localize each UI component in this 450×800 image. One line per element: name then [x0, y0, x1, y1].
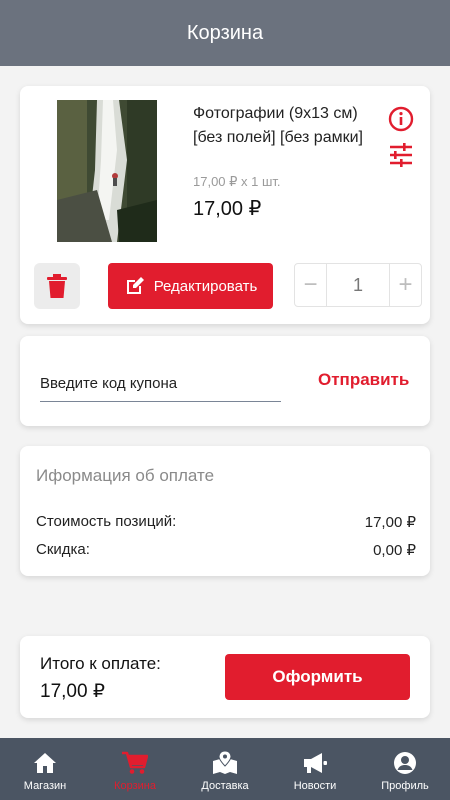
payment-row-value: 17,00 ₽: [364, 514, 416, 531]
nav-label: Профиль: [381, 780, 429, 792]
user-icon: [392, 750, 418, 776]
order-total-card: Итого к оплате: 17,00 ₽ Оформить: [20, 636, 430, 718]
edit-icon: [126, 277, 144, 294]
megaphone-icon: [302, 750, 328, 776]
checkout-button-label: Оформить: [272, 667, 363, 686]
coupon-card: Отправить: [20, 336, 430, 426]
nav-item-news[interactable]: Новости: [270, 738, 360, 800]
coupon-input[interactable]: [40, 366, 281, 402]
total-label: Итого к оплате:: [40, 654, 161, 673]
increase-quantity-button[interactable]: +: [389, 264, 421, 306]
payment-row-discount: Скидка: 0,00 ₽: [36, 541, 416, 559]
edit-button-label: Редактировать: [153, 277, 258, 295]
home-icon: [32, 750, 58, 776]
payment-info-card: Иформация об оплате Стоимость позиций: 1…: [20, 446, 430, 576]
total-value: 17,00 ₽: [40, 681, 105, 702]
edit-button[interactable]: Редактировать: [108, 263, 273, 309]
cart-icon: [122, 750, 148, 776]
product-title: Фотографии (9х13 см) [без полей] [без ра…: [193, 105, 363, 146]
trash-icon: [47, 274, 67, 298]
payment-info-title: Иформация об оплате: [36, 466, 215, 485]
coupon-submit-button[interactable]: Отправить: [318, 370, 409, 390]
cart-item-card: Фотографии (9х13 см) [без полей] [без ра…: [20, 86, 430, 324]
checkout-button[interactable]: Оформить: [225, 654, 410, 700]
product-price: 17,00 ₽: [193, 198, 262, 220]
nav-item-profile[interactable]: Профиль: [360, 738, 450, 800]
map-icon: [212, 750, 238, 776]
product-thumbnail[interactable]: [57, 100, 157, 242]
nav-label: Доставка: [201, 780, 249, 792]
nav-item-cart[interactable]: Корзина: [90, 738, 180, 800]
nav-item-shop[interactable]: Магазин: [0, 738, 90, 800]
quantity-value[interactable]: 1: [327, 264, 389, 306]
payment-row-label: Скидка:: [36, 541, 90, 558]
info-icon[interactable]: [388, 106, 414, 132]
bottom-navigation: Магазин Корзина Доставка Новости Профиль: [0, 738, 450, 800]
payment-row-items-cost: Стоимость позиций: 17,00 ₽: [36, 513, 416, 531]
payment-row-label: Стоимость позиций:: [36, 513, 177, 530]
payment-row-value: 0,00 ₽: [373, 542, 416, 559]
nav-label: Корзина: [114, 780, 156, 792]
unit-price-line: 17,00 ₽ x 1 шт.: [193, 174, 281, 189]
nav-label: Магазин: [23, 780, 67, 792]
page-title: Корзина: [186, 21, 264, 44]
nav-label: Новости: [293, 780, 337, 792]
quantity-stepper: − 1 +: [294, 263, 422, 307]
decrease-quantity-button[interactable]: −: [295, 264, 327, 306]
nav-item-delivery[interactable]: Доставка: [180, 738, 270, 800]
options-sliders-icon[interactable]: [388, 142, 414, 168]
delete-button[interactable]: [34, 263, 80, 309]
app-header: Корзина: [0, 0, 450, 66]
